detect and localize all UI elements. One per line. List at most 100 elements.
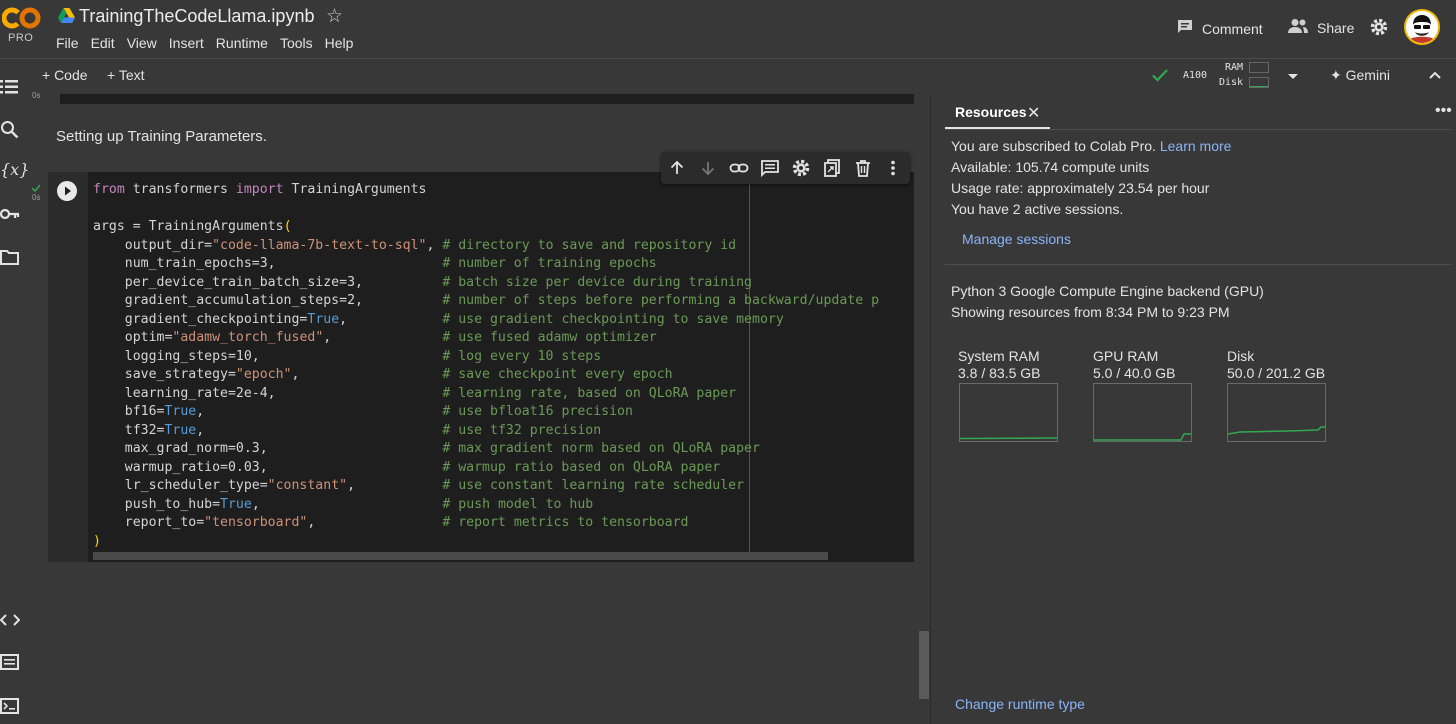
more-vert-icon[interactable] bbox=[883, 158, 903, 183]
key-icon[interactable] bbox=[0, 206, 20, 227]
menu-bar: File Edit View Insert Runtime Tools Help bbox=[56, 35, 365, 51]
add-code-button[interactable]: + Code bbox=[42, 67, 88, 83]
toc-icon[interactable] bbox=[0, 78, 20, 101]
notebook-title[interactable]: TrainingTheCodeLlama.ipynb bbox=[79, 6, 314, 27]
command-palette-icon[interactable] bbox=[0, 654, 20, 675]
left-rail: {x} bbox=[0, 80, 29, 724]
disk-usage-bar[interactable] bbox=[1249, 77, 1269, 88]
menu-tools[interactable]: Tools bbox=[280, 35, 313, 51]
menu-file[interactable]: File bbox=[56, 35, 79, 51]
arrow-down-icon[interactable] bbox=[698, 158, 718, 183]
code-token: , bbox=[339, 311, 443, 327]
comment-label: Comment bbox=[1202, 20, 1263, 37]
code-line: warmup_ratio=0.03, # warmup ratio based … bbox=[93, 459, 879, 478]
gemini-button[interactable]: ✦ Gemini bbox=[1330, 67, 1390, 84]
cell-settings-icon[interactable] bbox=[791, 158, 811, 183]
vertical-scrollbar[interactable] bbox=[919, 631, 929, 699]
code-line: report_to="tensorboard", # report metric… bbox=[93, 514, 879, 533]
code-token: # number of training epochs bbox=[442, 256, 657, 271]
code-token: "code-llama-7b-text-to-sql" bbox=[212, 237, 427, 253]
code-line: logging_steps=10, # log every 10 steps bbox=[93, 348, 879, 367]
code-token: "epoch" bbox=[235, 367, 292, 382]
ram-usage-bar[interactable] bbox=[1249, 62, 1269, 73]
menu-view[interactable]: View bbox=[127, 35, 157, 51]
trash-icon[interactable] bbox=[853, 158, 873, 183]
add-text-button[interactable]: + Text bbox=[107, 67, 145, 83]
link-icon[interactable] bbox=[729, 158, 749, 183]
run-cell-button[interactable] bbox=[57, 181, 77, 201]
code-token: warmup_ratio=0.03, bbox=[93, 459, 443, 475]
backend-info: Python 3 Google Compute Engine backend (… bbox=[951, 283, 1264, 299]
comment-cell-icon[interactable] bbox=[760, 158, 780, 183]
available-units: Available: 105.74 compute units bbox=[951, 159, 1150, 175]
more-horiz-icon[interactable]: ••• bbox=[1435, 102, 1452, 120]
accelerator-label[interactable]: A100 bbox=[1183, 70, 1207, 81]
menu-help[interactable]: Help bbox=[325, 35, 354, 51]
share-label: Share bbox=[1317, 19, 1355, 36]
ram-label: RAM bbox=[1225, 62, 1244, 73]
avatar[interactable] bbox=[1404, 9, 1440, 45]
code-token: # directory to save and repository id bbox=[442, 237, 737, 253]
close-icon[interactable]: ✕ bbox=[1027, 103, 1040, 123]
markdown-cell-text[interactable]: Setting up Training Parameters. bbox=[56, 128, 267, 145]
code-line: learning_rate=2e-4, # learning rate, bas… bbox=[93, 385, 879, 404]
code-token: lr_scheduler_type= bbox=[93, 478, 268, 493]
manage-sessions-link[interactable]: Manage sessions bbox=[962, 231, 1071, 247]
disk-chart bbox=[1227, 383, 1326, 442]
code-token: max_grad_norm=0.3, bbox=[93, 441, 443, 456]
colab-logo[interactable] bbox=[1, 6, 42, 30]
variables-icon[interactable]: {x} bbox=[0, 160, 29, 179]
gear-icon[interactable] bbox=[1369, 17, 1389, 42]
menu-runtime[interactable]: Runtime bbox=[216, 35, 268, 51]
drive-icon bbox=[58, 8, 75, 28]
horizontal-scrollbar[interactable] bbox=[93, 552, 828, 560]
previous-cell-exec-time: 0s bbox=[32, 91, 41, 100]
code-token: "adamw_torch_fused" bbox=[172, 330, 324, 345]
gauge-value-disk: 50.0 / 201.2 GB bbox=[1227, 365, 1326, 381]
menu-edit[interactable]: Edit bbox=[91, 35, 115, 51]
disk-label: Disk bbox=[1219, 77, 1244, 88]
code-token: # max gradient norm based on QLoRA paper bbox=[442, 441, 760, 456]
code-token: push_to_hub= bbox=[93, 496, 221, 512]
comment-button[interactable]: Comment bbox=[1176, 18, 1263, 39]
code-token: learning_rate=2e-4, bbox=[93, 385, 443, 401]
divider bbox=[945, 264, 1451, 265]
disk-chart-line bbox=[1227, 426, 1325, 435]
code-token: ) bbox=[93, 533, 101, 549]
gauge-title-system-ram: System RAM bbox=[958, 348, 1040, 364]
code-token: , bbox=[323, 330, 443, 345]
cell-exec-time: 0s bbox=[32, 193, 41, 202]
subscription-text: You are subscribed to Colab Pro. bbox=[951, 138, 1156, 154]
code-token: # learning rate, based on QLoRA paper bbox=[442, 385, 737, 401]
menu-insert[interactable]: Insert bbox=[169, 35, 204, 51]
code-line: args = TrainingArguments( bbox=[93, 218, 879, 237]
terminal-icon[interactable] bbox=[0, 698, 20, 719]
chevron-up-icon[interactable] bbox=[1427, 68, 1443, 89]
search-icon[interactable] bbox=[0, 120, 20, 145]
folder-icon[interactable] bbox=[0, 248, 20, 271]
dropdown-icon[interactable] bbox=[1287, 69, 1299, 87]
tab-resources[interactable]: Resources bbox=[955, 104, 1027, 120]
cell-toolbar bbox=[661, 152, 910, 184]
learn-more-link[interactable]: Learn more bbox=[1160, 138, 1232, 154]
code-line: per_device_train_batch_size=3, # batch s… bbox=[93, 274, 879, 293]
code-token: import bbox=[235, 182, 284, 197]
code-token: tf32= bbox=[93, 422, 165, 438]
code-token: optim= bbox=[93, 330, 173, 345]
code-text[interactable]: from transformers import TrainingArgumen… bbox=[93, 181, 879, 551]
system-ram-chart-line bbox=[959, 437, 1058, 440]
code-token: # save checkpoint every epoch bbox=[442, 367, 673, 382]
star-icon[interactable]: ☆ bbox=[326, 5, 343, 28]
change-runtime-link[interactable]: Change runtime type bbox=[955, 696, 1085, 712]
code-line: push_to_hub=True, # push model to hub bbox=[93, 496, 879, 515]
code-snippets-icon[interactable] bbox=[0, 612, 21, 633]
code-token: from bbox=[93, 182, 125, 197]
mirror-cell-icon[interactable] bbox=[822, 158, 842, 183]
code-token: , bbox=[307, 515, 443, 530]
code-token: num_train_epochs=3, bbox=[93, 256, 443, 271]
sparkle-icon: ✦ bbox=[1330, 67, 1342, 83]
share-button[interactable]: Share bbox=[1287, 18, 1354, 37]
arrow-up-icon[interactable] bbox=[667, 158, 687, 183]
check-icon bbox=[1151, 66, 1169, 89]
usage-rate: Usage rate: approximately 23.54 per hour bbox=[951, 180, 1210, 196]
